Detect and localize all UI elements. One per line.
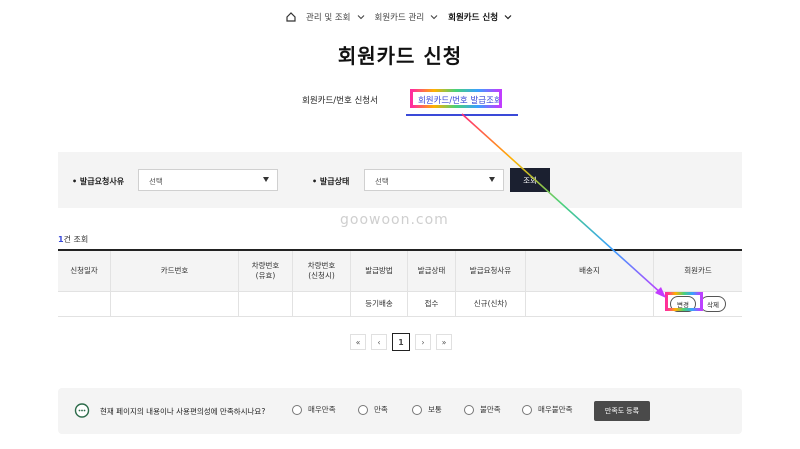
prev-page-button[interactable]: ‹ bbox=[371, 334, 387, 350]
page-title: 회원카드 신청 bbox=[337, 44, 463, 68]
next-page-button[interactable]: › bbox=[415, 334, 431, 350]
table-row: 등기배송 접수 신규(신차) 변경 삭제 bbox=[58, 292, 742, 317]
pagination: « ‹ 1 › » bbox=[350, 333, 452, 351]
radio-circle[interactable] bbox=[464, 404, 474, 415]
watermark: goowoon.com bbox=[340, 212, 449, 228]
home-icon[interactable] bbox=[286, 12, 296, 22]
caret-down-icon bbox=[489, 177, 495, 182]
radio-circle[interactable] bbox=[292, 404, 302, 415]
breadcrumb-item-current[interactable]: 회원카드 신청 bbox=[448, 11, 512, 23]
status-select[interactable]: 선택 bbox=[364, 169, 504, 191]
header-car-valid: 차량번호 (유효) bbox=[239, 251, 293, 291]
header-date: 신청일자 bbox=[58, 251, 111, 291]
caret-down-icon bbox=[263, 177, 269, 182]
header-car-applied: 차량번호 (신청시) bbox=[293, 251, 351, 291]
delete-button[interactable]: 삭제 bbox=[700, 296, 726, 312]
header-member-card: 회원카드 bbox=[654, 251, 742, 291]
header-reason: 발급요청사유 bbox=[456, 251, 526, 291]
result-count: 1건 조회 bbox=[58, 235, 89, 244]
cell-card-number bbox=[111, 292, 239, 316]
chevron-down-icon bbox=[504, 15, 512, 20]
header-status: 발급상태 bbox=[408, 251, 456, 291]
edit-button-wrap: 변경 bbox=[665, 292, 704, 312]
reason-select[interactable]: 선택 bbox=[138, 169, 278, 191]
cell-date bbox=[58, 292, 111, 316]
table-header-row: 신청일자 카드번호 차량번호 (유효) 차량번호 (신청시) 발급방법 발급상태 발… bbox=[58, 251, 742, 292]
last-page-button[interactable]: » bbox=[436, 334, 452, 350]
radio-circle[interactable] bbox=[412, 404, 422, 415]
radio-very-dissatisfied[interactable]: 매우불만족 bbox=[522, 404, 573, 415]
cell-car-applied bbox=[293, 292, 351, 316]
page-button-current[interactable]: 1 bbox=[392, 333, 410, 351]
tab-bar: 회원카드/번호 신청서 회원카드/번호 발급조회 bbox=[290, 88, 518, 116]
search-panel: • 발급요청사유 선택 • 발급상태 선택 조회 bbox=[58, 152, 742, 208]
breadcrumb-item[interactable]: 관리 및 조회 bbox=[306, 11, 365, 23]
chat-bubble-icon bbox=[74, 403, 90, 418]
cell-address bbox=[526, 292, 654, 316]
cell-actions: 변경 삭제 bbox=[654, 292, 742, 316]
radio-neutral[interactable]: 보통 bbox=[412, 404, 442, 415]
header-method: 발급방법 bbox=[351, 251, 408, 291]
submit-survey-button[interactable]: 만족도 등록 bbox=[594, 401, 650, 421]
radio-circle[interactable] bbox=[358, 404, 368, 415]
cell-status: 접수 bbox=[408, 292, 456, 316]
cell-car-valid bbox=[239, 292, 293, 316]
first-page-button[interactable]: « bbox=[350, 334, 366, 350]
chevron-down-icon bbox=[430, 15, 438, 20]
survey-question: 현재 페이지의 내용이나 사용편의성에 만족하시나요? bbox=[100, 407, 266, 416]
highlight-box bbox=[409, 89, 502, 108]
highlight-box bbox=[665, 292, 704, 311]
search-button[interactable]: 조회 bbox=[510, 168, 550, 192]
header-address: 배송지 bbox=[526, 251, 654, 291]
breadcrumb: 관리 및 조회 회원카드 관리 회원카드 신청 bbox=[286, 11, 512, 23]
satisfaction-survey: 현재 페이지의 내용이나 사용편의성에 만족하시나요? 매우만족 만족 보통 불… bbox=[58, 388, 742, 434]
breadcrumb-item[interactable]: 회원카드 관리 bbox=[375, 11, 439, 23]
radio-circle[interactable] bbox=[522, 404, 532, 415]
header-card-number: 카드번호 bbox=[111, 251, 239, 291]
chevron-down-icon bbox=[357, 15, 364, 20]
tab-application[interactable]: 회원카드/번호 신청서 bbox=[290, 88, 390, 116]
tab-issue-inquiry[interactable]: 회원카드/번호 발급조회 bbox=[405, 88, 518, 116]
cell-reason: 신규(신차) bbox=[456, 292, 526, 316]
cell-method: 등기배송 bbox=[351, 292, 408, 316]
reason-label: • 발급요청사유 bbox=[72, 177, 125, 186]
radio-very-satisfied[interactable]: 매우만족 bbox=[292, 404, 336, 415]
results-table: 신청일자 카드번호 차량번호 (유효) 차량번호 (신청시) 발급방법 발급상태 발… bbox=[58, 249, 742, 317]
status-label: • 발급상태 bbox=[312, 177, 350, 186]
radio-satisfied[interactable]: 만족 bbox=[358, 404, 388, 415]
radio-dissatisfied[interactable]: 불만족 bbox=[464, 404, 501, 415]
